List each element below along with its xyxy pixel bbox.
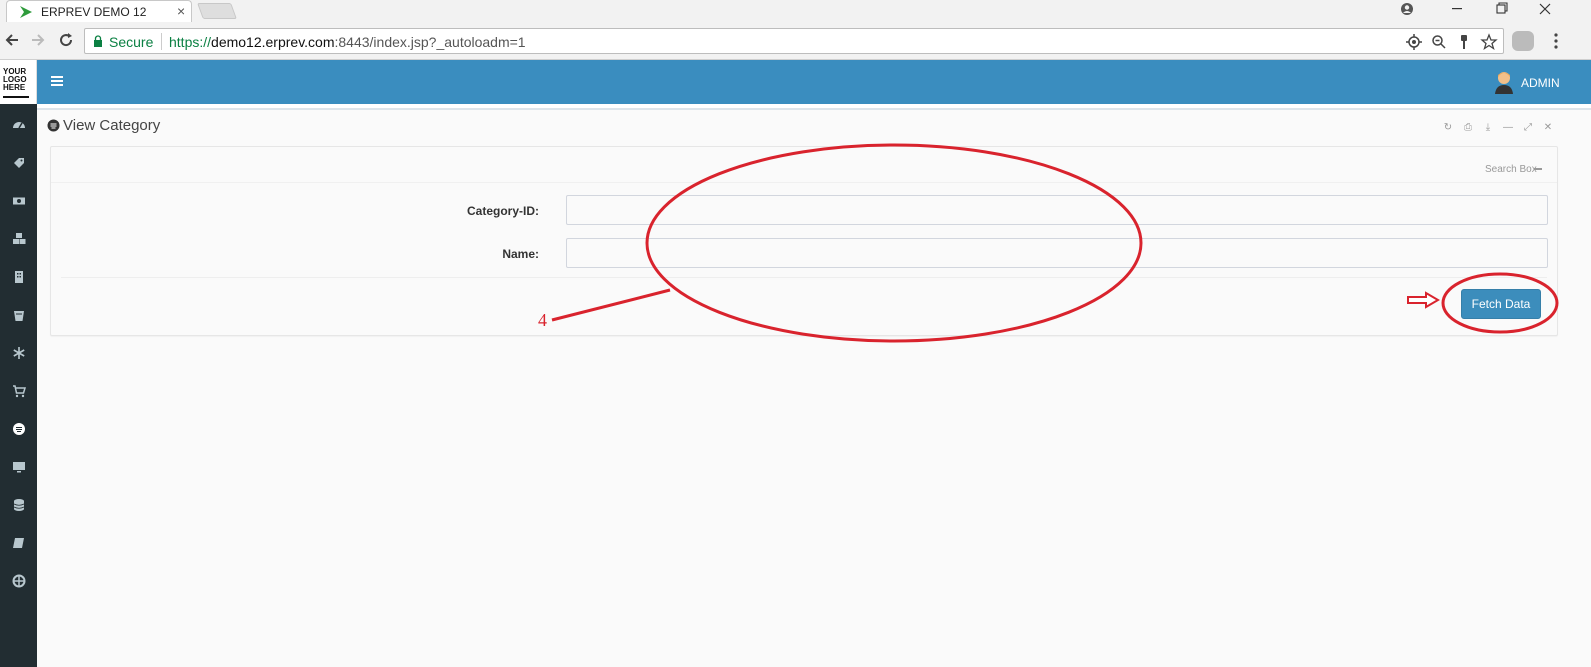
- sidebar-item-cart[interactable]: [0, 376, 37, 406]
- forward-icon[interactable]: [28, 30, 48, 50]
- sidebar-item-bucket[interactable]: [0, 300, 37, 330]
- form-divider: [61, 277, 1547, 278]
- category-icon: [12, 423, 25, 435]
- location-icon[interactable]: [1405, 33, 1423, 51]
- panel-toolbar: ↻ ⎙ ⤓ — ⤢ ✕: [1441, 122, 1555, 134]
- tab-close-icon[interactable]: ×: [177, 3, 185, 19]
- logo-underline: [3, 96, 29, 98]
- app-header: ADMIN: [37, 60, 1591, 104]
- bookmark-star-icon[interactable]: [1480, 33, 1498, 51]
- category-id-label: Category-ID:: [466, 204, 539, 218]
- search-box-header: Search Box: [51, 147, 1557, 183]
- url-text: https://demo12.erprev.com:8443/index.jsp…: [169, 34, 526, 50]
- minimize-icon[interactable]: [1442, 0, 1472, 18]
- lock-icon: [94, 35, 102, 47]
- download-icon[interactable]: ⤓: [1481, 122, 1495, 134]
- annotation-step-number: 4: [538, 310, 547, 330]
- tab-title: ERPREV DEMO 12: [41, 5, 147, 19]
- sidebar-item-money[interactable]: [0, 186, 37, 216]
- refresh-icon[interactable]: ↻: [1441, 122, 1455, 134]
- erprev-favicon-icon: [20, 6, 32, 18]
- sidebar-item-category[interactable]: [0, 414, 37, 444]
- snowflake-icon: [12, 347, 25, 359]
- omnibox-separator: [161, 33, 162, 50]
- sidebar-item-support[interactable]: [0, 566, 37, 596]
- menu-toggle-icon[interactable]: [51, 76, 63, 86]
- browser-tab-bar: ERPREV DEMO 12 ×: [0, 0, 1591, 22]
- minimize-panel-icon[interactable]: —: [1501, 122, 1515, 134]
- sidebar-item-building[interactable]: [0, 262, 37, 292]
- sidebar-item-database[interactable]: [0, 490, 37, 520]
- sidebar-item-cubes[interactable]: [0, 224, 37, 254]
- search-box-label: Search Box: [1485, 164, 1537, 175]
- page-title: View Category: [63, 117, 161, 134]
- category-id-input[interactable]: [566, 195, 1548, 225]
- print-icon[interactable]: ⎙: [1461, 122, 1475, 134]
- sidebar: [0, 104, 37, 667]
- book-icon: [12, 538, 24, 548]
- fetch-data-button[interactable]: Fetch Data: [1461, 289, 1541, 319]
- url-scheme: https://: [169, 34, 212, 50]
- search-box: Search Box Category-ID: Name: Fetch Data: [50, 146, 1558, 336]
- money-icon: [12, 197, 25, 205]
- url-host: demo12.erprev.com: [211, 34, 335, 50]
- company-logo[interactable]: YOUR LOGO HERE: [0, 60, 37, 104]
- cart-icon: [12, 385, 26, 398]
- browser-tab[interactable]: ERPREV DEMO 12 ×: [6, 0, 192, 22]
- profile-icon[interactable]: [1396, 1, 1418, 17]
- name-input[interactable]: [566, 238, 1548, 268]
- main-content: View Category ↻ ⎙ ⤓ — ⤢ ✕ Search Box Cat…: [37, 104, 1591, 667]
- tag-icon: [13, 158, 24, 168]
- erp-app: YOUR LOGO HERE ADMIN View Category ↻ ⎙ ⤓…: [0, 60, 1591, 667]
- database-icon: [13, 499, 24, 511]
- building-icon: [14, 271, 23, 283]
- back-icon[interactable]: [2, 30, 22, 50]
- zoom-icon[interactable]: [1430, 33, 1448, 51]
- key-icon[interactable]: [1455, 33, 1473, 51]
- monitor-icon: [12, 462, 25, 473]
- lifebuoy-icon: [12, 574, 25, 588]
- dashboard-icon: [12, 122, 25, 129]
- close-window-icon[interactable]: [1530, 0, 1560, 18]
- extension-icon[interactable]: [1512, 31, 1534, 51]
- category-title-icon: [47, 119, 60, 132]
- collapse-icon[interactable]: [1534, 168, 1542, 170]
- logo-text: YOUR LOGO HERE: [3, 67, 27, 92]
- sidebar-item-snowflake[interactable]: [0, 338, 37, 368]
- new-tab-button[interactable]: [197, 3, 237, 19]
- url-path: :8443/index.jsp?_autoloadm=1: [334, 34, 526, 50]
- expand-icon[interactable]: ⤢: [1521, 122, 1535, 134]
- close-panel-icon[interactable]: ✕: [1541, 122, 1555, 134]
- secure-label: Secure: [109, 34, 154, 50]
- bucket-icon: [13, 311, 24, 321]
- sidebar-item-tags[interactable]: [0, 148, 37, 178]
- reload-icon[interactable]: [56, 30, 76, 50]
- restore-icon[interactable]: [1486, 0, 1516, 18]
- content-top-border: [37, 104, 1591, 110]
- browser-menu-icon[interactable]: [1548, 30, 1564, 52]
- sidebar-item-monitor[interactable]: [0, 452, 37, 482]
- browser-toolbar: Secure https://demo12.erprev.com:8443/in…: [0, 22, 1591, 60]
- address-bar[interactable]: Secure https://demo12.erprev.com:8443/in…: [84, 28, 1504, 54]
- name-label: Name:: [502, 247, 539, 261]
- user-avatar-icon[interactable]: [1493, 70, 1515, 94]
- user-name[interactable]: ADMIN: [1521, 76, 1560, 90]
- cubes-icon: [12, 233, 25, 244]
- sidebar-item-dashboard[interactable]: [0, 110, 37, 140]
- sidebar-item-book[interactable]: [0, 528, 37, 558]
